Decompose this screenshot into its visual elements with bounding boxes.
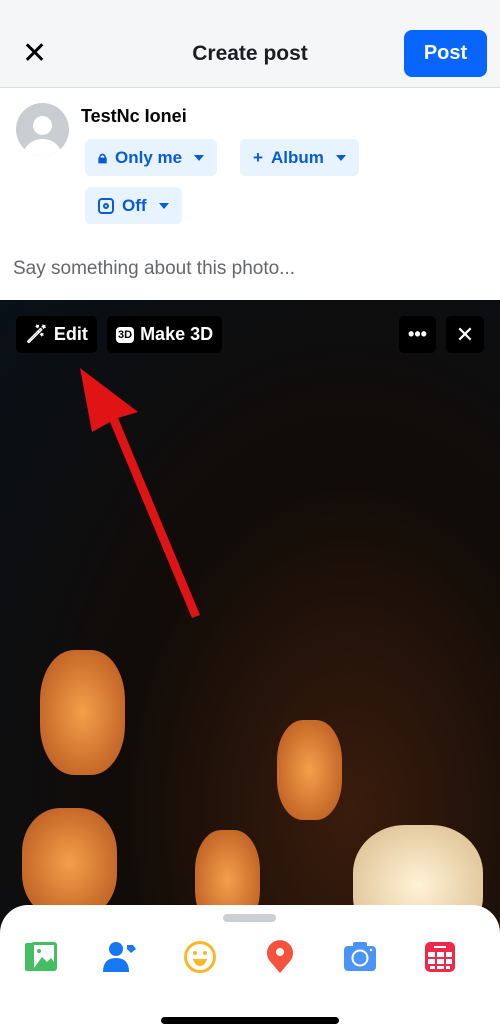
remove-photo-icon[interactable]: ✕ [446, 316, 484, 353]
feeling-icon[interactable] [183, 940, 217, 974]
make-3d-button[interactable]: 3D Make 3D [107, 316, 223, 353]
instagram-label: Off [122, 195, 147, 215]
avatar [16, 103, 69, 156]
privacy-selector[interactable]: 🔒︎ Only me [85, 139, 218, 176]
caret-down-icon [194, 154, 205, 161]
make-3d-label: Make 3D [140, 324, 214, 344]
instagram-selector[interactable]: Off [85, 187, 182, 224]
3d-icon: 3D [116, 326, 135, 343]
instagram-icon [98, 197, 114, 214]
tag-people-icon[interactable] [103, 940, 137, 974]
location-icon[interactable] [263, 940, 297, 974]
album-label: Album [270, 147, 324, 167]
post-text-input[interactable]: Say something about this photo... [13, 258, 295, 280]
caret-down-icon [158, 202, 169, 209]
album-selector[interactable]: + Album [240, 139, 359, 176]
edit-button[interactable]: 🪄︎ Edit [16, 316, 97, 353]
lock-icon: 🔒︎ [98, 147, 108, 167]
user-name: TestNc Ionei [81, 106, 187, 126]
more-options-icon[interactable]: ••• [399, 316, 436, 353]
magic-wand-icon: 🪄︎ [25, 324, 48, 344]
edit-label: Edit [53, 324, 88, 344]
post-button[interactable]: Post [404, 30, 487, 77]
photo-icon[interactable] [24, 940, 58, 974]
event-icon[interactable] [424, 940, 458, 974]
caret-down-icon [335, 154, 346, 161]
header: ✕ Create post Post [0, 0, 500, 88]
sheet-handle[interactable] [223, 914, 276, 922]
red-arrow-annotation [80, 368, 200, 618]
home-indicator [161, 1017, 339, 1024]
plus-icon: + [253, 147, 263, 167]
camera-icon[interactable] [343, 940, 377, 974]
privacy-label: Only me [115, 147, 183, 167]
